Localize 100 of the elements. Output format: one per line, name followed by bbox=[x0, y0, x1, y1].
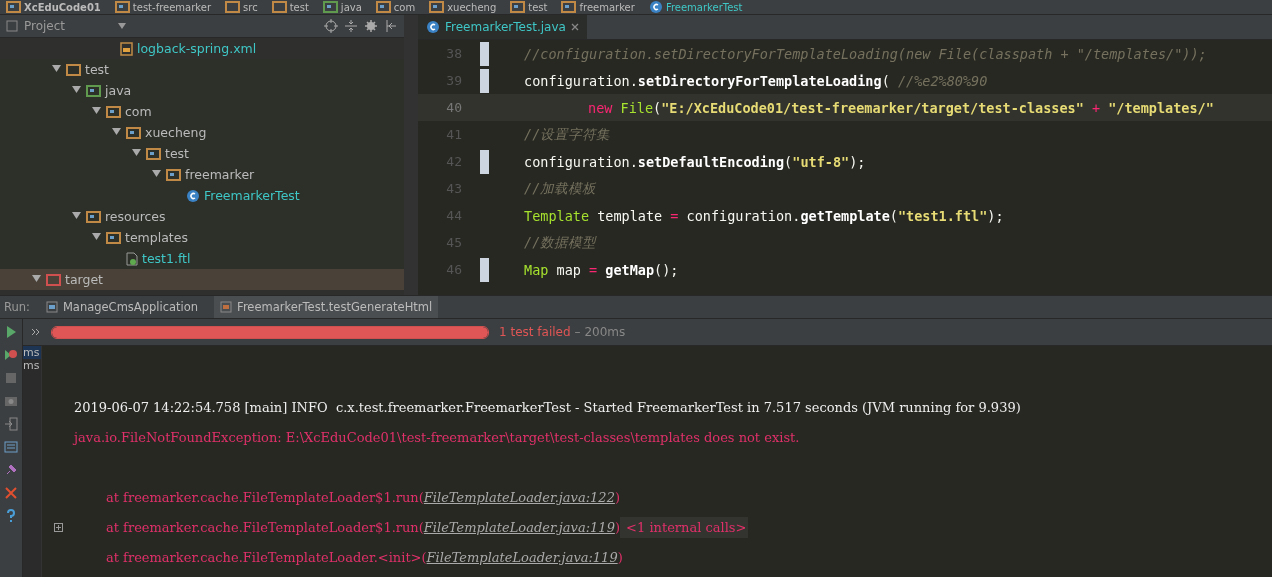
tab-label: FreemarkerTest.testGenerateHtml bbox=[237, 300, 433, 314]
folder-icon bbox=[86, 84, 101, 97]
stack-trace-line: at freemarker.cache.FileTemplateLoader.<init>(FileTemplateLoader.java:119) bbox=[105, 549, 623, 565]
folder-icon bbox=[271, 1, 287, 13]
class-icon bbox=[648, 0, 663, 14]
folder-icon bbox=[166, 168, 181, 181]
file-icon bbox=[126, 251, 138, 266]
folder-icon bbox=[46, 273, 61, 286]
expanded-arrow-icon[interactable] bbox=[72, 85, 81, 94]
expanded-arrow-icon[interactable] bbox=[132, 148, 141, 157]
close-icon[interactable] bbox=[570, 23, 579, 31]
folder-icon bbox=[126, 126, 141, 139]
settings-icon[interactable] bbox=[364, 19, 378, 33]
folder-icon bbox=[225, 1, 241, 13]
folder-icon bbox=[66, 63, 81, 76]
code-text: //数据模型 bbox=[524, 233, 597, 252]
folder-icon bbox=[322, 1, 338, 13]
tree-item[interactable]: com bbox=[0, 101, 404, 122]
expanded-arrow-icon[interactable] bbox=[32, 274, 41, 283]
expand-icon[interactable] bbox=[53, 522, 63, 532]
folder-icon bbox=[375, 1, 391, 13]
tree-item[interactable]: test1.ftl bbox=[0, 248, 404, 269]
camera-icon[interactable] bbox=[4, 394, 18, 408]
log-line: 2019-06-07 14:22:54.758 [main] INFO c.x.test.freemarker.FreemarkerTest - Started FreemarkerTest in 7.517 seconds (JVM running for 9.939) bbox=[74, 399, 1021, 415]
expanded-arrow-icon[interactable] bbox=[112, 127, 121, 136]
expanded-arrow-icon[interactable] bbox=[72, 211, 81, 220]
tab-label: FreemarkerTest.java bbox=[445, 20, 566, 34]
expanded-arrow-icon[interactable] bbox=[92, 232, 101, 241]
class-icon bbox=[186, 188, 200, 203]
source-link[interactable]: FileTemplateLoader.java:119 bbox=[426, 549, 618, 565]
application-icon bbox=[45, 301, 58, 313]
exit-icon[interactable] bbox=[4, 417, 18, 431]
error-message: java.io.FileNotFoundException: E:\XcEduCode01\test-freemarker\target\test-classes\templates does not exist. bbox=[74, 429, 800, 445]
close-icon[interactable] bbox=[4, 486, 18, 500]
tree-item[interactable]: freemarker bbox=[0, 164, 404, 185]
caret-icon[interactable] bbox=[118, 23, 126, 29]
locate-icon[interactable] bbox=[324, 19, 338, 33]
tree-item[interactable]: java bbox=[0, 80, 404, 101]
test-duration: – 200ms bbox=[574, 325, 626, 339]
breadcrumb-item[interactable]: FreemarkerTest bbox=[665, 1, 743, 13]
expanded-arrow-icon[interactable] bbox=[52, 64, 61, 73]
class-icon bbox=[426, 20, 440, 34]
source-link[interactable]: FileTemplateLoader.java:119 bbox=[423, 519, 615, 535]
code-text: new File("E:/XcEduCode01/test-freemarker/target/test-classes" + "/templates/" bbox=[587, 99, 1214, 116]
breadcrumb-item[interactable]: xuecheng bbox=[447, 1, 497, 13]
line-number: 40 bbox=[445, 100, 463, 115]
test-status: 1 test failed bbox=[499, 325, 571, 339]
code-text: //设置字符集 bbox=[524, 125, 611, 144]
folder-icon bbox=[114, 1, 130, 13]
test-icon bbox=[220, 301, 233, 313]
code-text: //configuration.setDirectoryForTemplateLoading(new File(classpath + "/templates/")); bbox=[524, 45, 1207, 62]
code-text: //加载模板 bbox=[524, 179, 597, 198]
collapse-icon[interactable] bbox=[344, 19, 358, 33]
tree-item[interactable]: test bbox=[0, 59, 404, 80]
tree-item[interactable]: resources bbox=[0, 206, 404, 227]
expanded-arrow-icon[interactable] bbox=[92, 106, 101, 115]
folder-icon bbox=[429, 1, 445, 13]
expanded-arrow-icon[interactable] bbox=[152, 169, 161, 178]
stack-trace-line: at freemarker.cache.FileTemplateLoader$1.run(FileTemplateLoader.java:122) bbox=[105, 489, 620, 505]
run-icon[interactable] bbox=[4, 325, 18, 339]
test-tree-item[interactable]: ms bbox=[23, 346, 41, 359]
code-text: Map map = getMap(); bbox=[524, 261, 679, 278]
folder-icon bbox=[86, 210, 101, 223]
source-link[interactable]: FileTemplateLoader.java:122 bbox=[423, 489, 615, 505]
folder-icon bbox=[561, 1, 577, 13]
breadcrumb-item[interactable]: test-freemarker bbox=[132, 1, 212, 13]
help-icon[interactable] bbox=[4, 509, 18, 523]
stack-trace-line: at freemarker.cache.FileTemplateLoader$1.run(FileTemplateLoader.java:119) bbox=[105, 519, 620, 535]
tree-item[interactable]: target bbox=[0, 269, 404, 290]
run-tab[interactable]: ManageCmsApplication bbox=[39, 296, 205, 318]
editor-tab[interactable]: FreemarkerTest.java bbox=[418, 15, 587, 39]
breadcrumb-item[interactable]: test bbox=[289, 1, 309, 13]
folder-icon bbox=[106, 231, 121, 244]
code-text: configuration.setDefaultEncoding("utf-8"); bbox=[524, 153, 866, 170]
pin-icon[interactable] bbox=[4, 463, 18, 477]
expand-icon[interactable] bbox=[31, 328, 41, 336]
test-tree-item[interactable]: ms bbox=[23, 359, 41, 372]
rerun-failed-icon[interactable] bbox=[4, 348, 18, 362]
breadcrumb-item[interactable]: com bbox=[393, 1, 416, 13]
tree-item[interactable]: templates bbox=[0, 227, 404, 248]
hide-icon[interactable] bbox=[384, 19, 398, 33]
run-tab[interactable]: FreemarkerTest.testGenerateHtml bbox=[214, 296, 439, 318]
folder-icon bbox=[146, 147, 161, 160]
breadcrumb-item[interactable]: src bbox=[243, 1, 258, 13]
code-text: Template template = configuration.getTemplate("test1.ftl"); bbox=[524, 207, 1004, 224]
project-icon bbox=[6, 20, 18, 32]
breadcrumb-item[interactable]: java bbox=[340, 1, 362, 13]
tree-item[interactable]: FreemarkerTest bbox=[0, 185, 404, 206]
folder-icon bbox=[6, 1, 21, 13]
code-text: configuration.setDirectoryForTemplateLoading( //%e2%80%90 bbox=[524, 72, 988, 89]
folder-icon bbox=[106, 105, 121, 118]
panel-title[interactable]: Project bbox=[24, 19, 112, 33]
run-label: Run: bbox=[4, 300, 30, 314]
breadcrumb-item[interactable]: test bbox=[528, 1, 548, 13]
tab-label: ManageCmsApplication bbox=[62, 300, 199, 314]
breadcrumb-item[interactable]: XcEduCode01 bbox=[24, 1, 101, 13]
breadcrumb-item[interactable]: freemarker bbox=[579, 1, 635, 13]
folder-icon bbox=[510, 1, 526, 13]
tree-item[interactable]: test bbox=[0, 143, 404, 164]
tree-item[interactable]: xuecheng bbox=[0, 122, 404, 143]
